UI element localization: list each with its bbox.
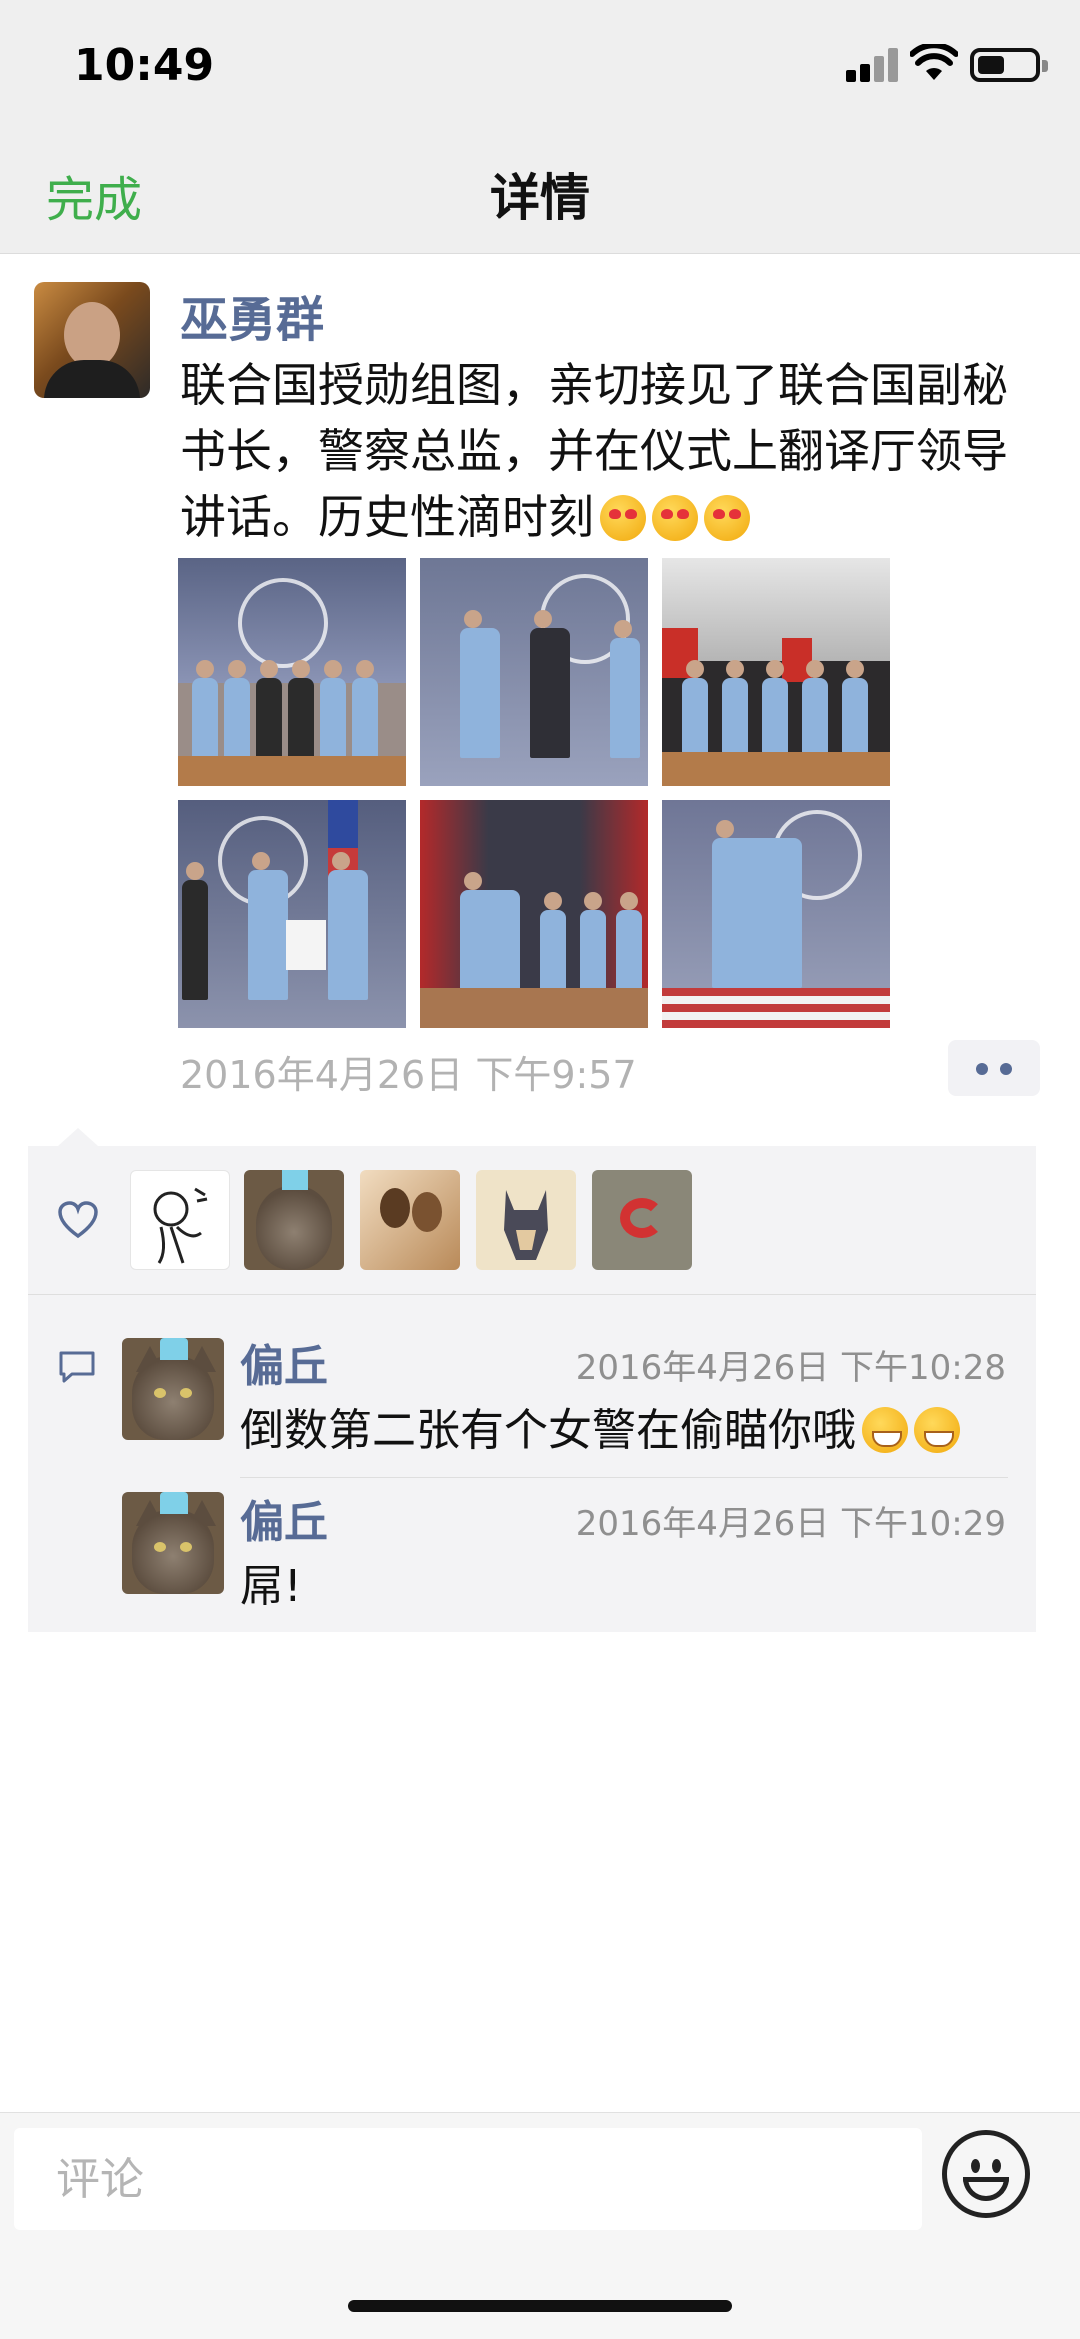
comment-text-content: 倒数第二张有个女警在偷瞄你哦 (240, 1405, 856, 1456)
grin-emoji-icon (862, 1407, 908, 1453)
smiley-icon[interactable] (942, 2130, 1030, 2218)
heart-eyes-emoji-icon (704, 495, 750, 541)
likes-divider (28, 1294, 1036, 1295)
heart-eyes-emoji-icon (652, 495, 698, 541)
post-text-content: 联合国授勋组图，亲切接见了联合国副秘书长，警察总监，并在仪式上翻译厅领导讲话。历… (180, 358, 1008, 544)
page-title: 详情 (490, 169, 590, 227)
liker-avatar-red-logo[interactable] (592, 1170, 692, 1270)
wifi-icon (910, 44, 958, 80)
post-photo-3[interactable] (662, 558, 890, 786)
comment-author[interactable]: 偏丘 (240, 1330, 328, 1394)
comment-avatar[interactable] (122, 1338, 224, 1440)
more-options-button[interactable] (948, 1040, 1040, 1096)
comment-avatar[interactable] (122, 1492, 224, 1594)
liker-avatar-couple[interactable] (360, 1170, 460, 1270)
comment-time: 2016年4月26日 下午10:29 (575, 1504, 1006, 1544)
comment-input[interactable] (14, 2128, 922, 2230)
post-photo-5[interactable] (420, 800, 648, 1028)
comment-text: 倒数第二张有个女警在偷瞄你哦 (240, 1394, 960, 1458)
status-bar: 10:49 (0, 0, 1080, 130)
cellular-signal-icon (846, 48, 898, 82)
author-avatar[interactable] (34, 282, 150, 398)
battery-icon (970, 48, 1048, 82)
post-date: 2016年4月26日 下午9:57 (180, 1053, 637, 1097)
comment-divider (240, 1477, 1008, 1478)
comment-time: 2016年4月26日 下午10:28 (575, 1348, 1006, 1388)
comment-bubble-icon (59, 1351, 95, 1383)
status-time: 10:49 (74, 40, 215, 91)
post-photo-4[interactable] (178, 800, 406, 1028)
author-name[interactable]: 巫勇群 (180, 280, 324, 350)
post-photo-2[interactable] (420, 558, 648, 786)
post-text: 联合国授勋组图，亲切接见了联合国副秘书长，警察总监，并在仪式上翻译厅领导讲话。历… (180, 352, 1040, 550)
panel-arrow (58, 1128, 98, 1146)
nav-bar: 完成 详情 (0, 130, 1080, 254)
post-photo-6[interactable] (662, 800, 890, 1028)
home-indicator[interactable] (348, 2300, 732, 2312)
liker-avatar-cat[interactable] (244, 1170, 344, 1270)
post-photo-1[interactable] (178, 558, 406, 786)
heart-icon (58, 1201, 98, 1239)
liker-avatar-batman[interactable] (476, 1170, 576, 1270)
liker-avatar-sketch[interactable] (130, 1170, 230, 1270)
heart-eyes-emoji-icon (600, 495, 646, 541)
comment-text: 屌! (240, 1561, 302, 1612)
comment-author[interactable]: 偏丘 (240, 1486, 328, 1550)
grin-emoji-icon (914, 1407, 960, 1453)
